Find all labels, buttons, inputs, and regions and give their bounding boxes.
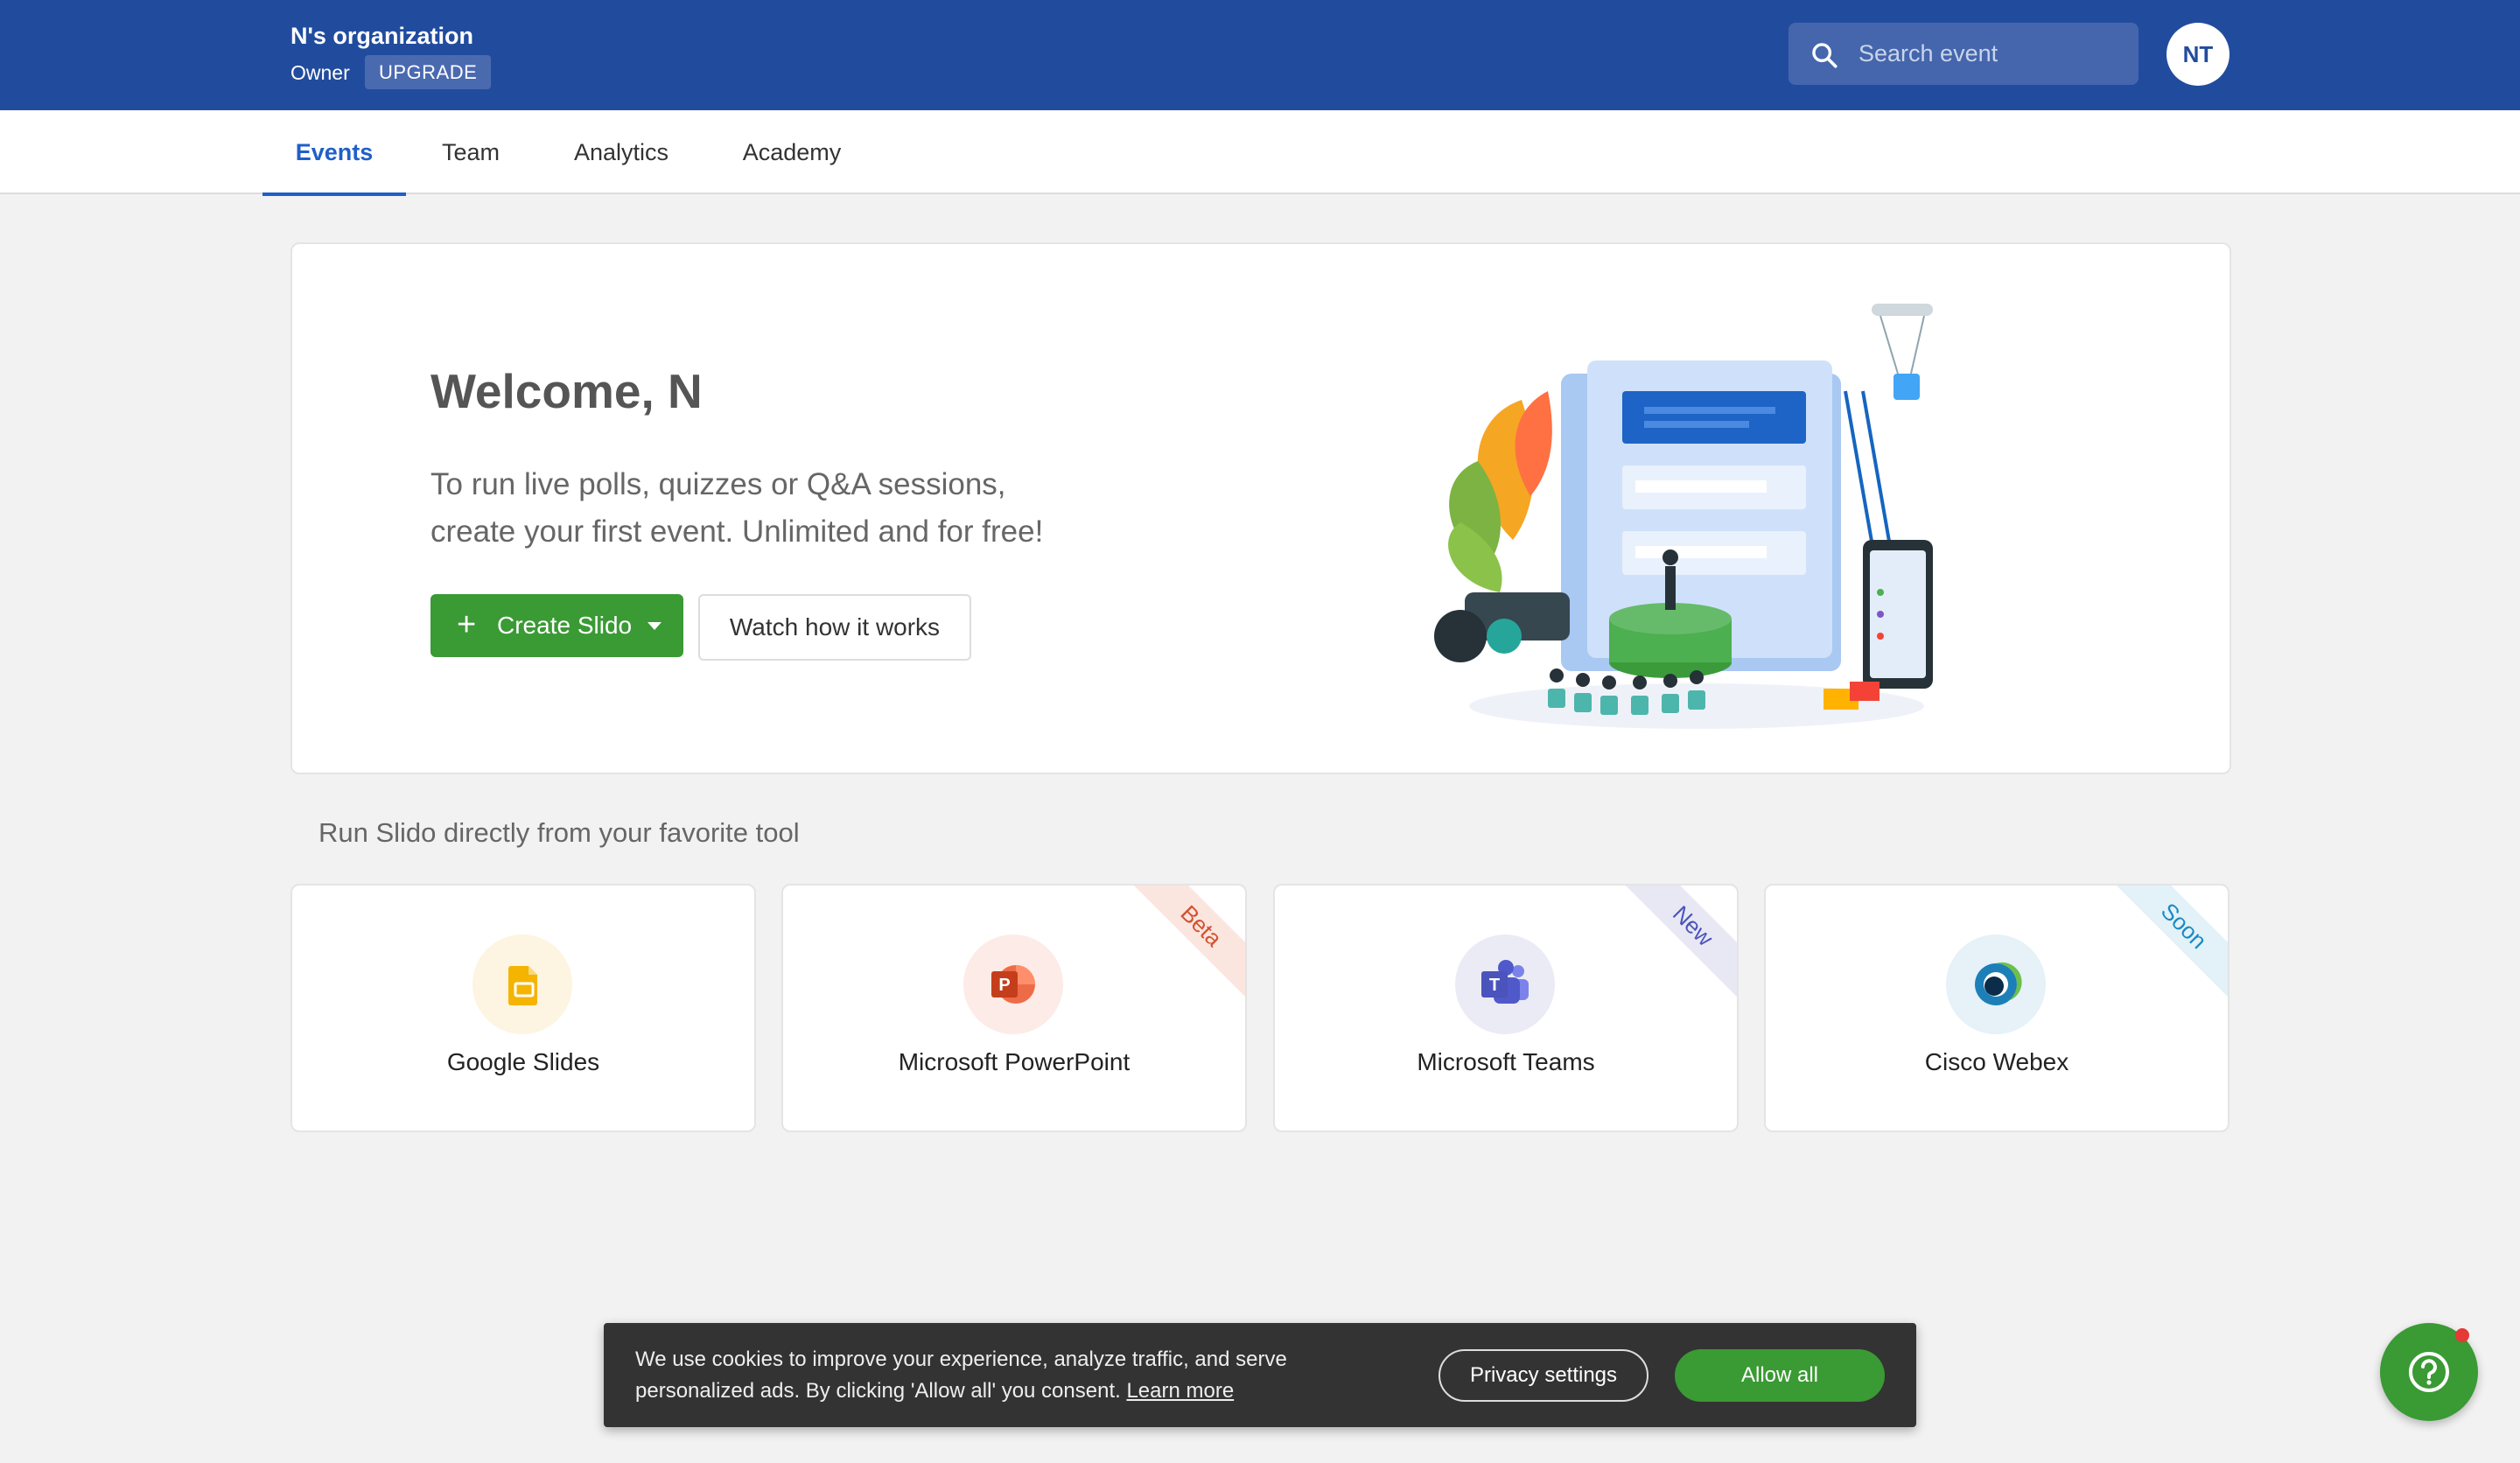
upgrade-button[interactable]: UPGRADE <box>365 55 492 89</box>
plus-icon: + <box>457 606 477 643</box>
integrations-title: Run Slido directly from your favorite to… <box>318 817 800 848</box>
help-button[interactable] <box>2380 1323 2478 1421</box>
top-bar: N's organization Owner UPGRADE Search ev… <box>0 0 2520 110</box>
webex-icon <box>1975 962 2022 1005</box>
search-input[interactable]: Search event <box>1858 23 1998 85</box>
integration-name: Microsoft PowerPoint <box>898 1048 1130 1075</box>
cookie-text-block: We use cookies to improve your experienc… <box>635 1344 1405 1407</box>
integration-name: Microsoft Teams <box>1417 1048 1595 1075</box>
tab-analytics[interactable]: Analytics <box>556 110 686 194</box>
tab-team[interactable]: Team <box>427 110 514 194</box>
help-icon <box>2409 1352 2449 1392</box>
powerpoint-icon: P <box>991 965 1035 1004</box>
welcome-card: Welcome, N To run live polls, quizzes or… <box>290 242 2231 774</box>
welcome-line-1: To run live polls, quizzes or Q&A sessio… <box>430 467 1006 501</box>
svg-text:P: P <box>998 976 1010 995</box>
svg-text:T: T <box>1489 976 1500 995</box>
welcome-line-2: create your first event. Unlimited and f… <box>430 514 1044 549</box>
watch-how-it-works-button[interactable]: Watch how it works <box>698 594 971 661</box>
cookie-banner: We use cookies to improve your experienc… <box>604 1323 1916 1427</box>
create-slido-button[interactable]: + Create Slido <box>430 594 683 657</box>
tab-academy[interactable]: Academy <box>726 110 858 194</box>
welcome-subtitle: To run live polls, quizzes or Q&A sessio… <box>430 461 1130 556</box>
integration-card-teams[interactable]: New T Microsoft Teams <box>1273 884 1739 1132</box>
notification-dot <box>2455 1328 2469 1342</box>
chevron-down-icon[interactable] <box>648 622 662 630</box>
soon-ribbon: Soon <box>2102 886 2228 1008</box>
search-box[interactable]: Search event <box>1788 23 2138 85</box>
search-icon <box>1812 43 1838 68</box>
org-name[interactable]: N's organization <box>290 23 473 50</box>
allow-all-button[interactable]: Allow all <box>1675 1349 1885 1402</box>
welcome-illustration <box>1434 304 1933 729</box>
integration-name: Google Slides <box>446 1048 600 1075</box>
integration-card-webex[interactable]: Soon Cisco Webex <box>1764 884 2230 1132</box>
privacy-settings-button[interactable]: Privacy settings <box>1438 1349 1648 1402</box>
google-slides-icon <box>508 966 537 1005</box>
new-ribbon: New <box>1611 886 1737 1008</box>
create-slido-label: Create Slido <box>497 612 633 639</box>
beta-ribbon: Beta <box>1119 886 1245 1008</box>
integration-name: Cisco Webex <box>1924 1048 2069 1075</box>
org-role: Owner <box>290 61 350 84</box>
teams-icon: T <box>1481 960 1529 1004</box>
avatar[interactable]: NT <box>2166 23 2230 86</box>
integration-card-google-slides[interactable]: Google Slides <box>290 884 756 1132</box>
tab-events[interactable]: Events <box>262 110 406 196</box>
learn-more-link[interactable]: Learn more <box>1126 1379 1234 1403</box>
integration-card-powerpoint[interactable]: Beta P Microsoft PowerPoint <box>781 884 1247 1132</box>
welcome-title: Welcome, N <box>430 364 703 418</box>
nav-bar: Events Team Analytics Academy <box>0 110 2520 196</box>
